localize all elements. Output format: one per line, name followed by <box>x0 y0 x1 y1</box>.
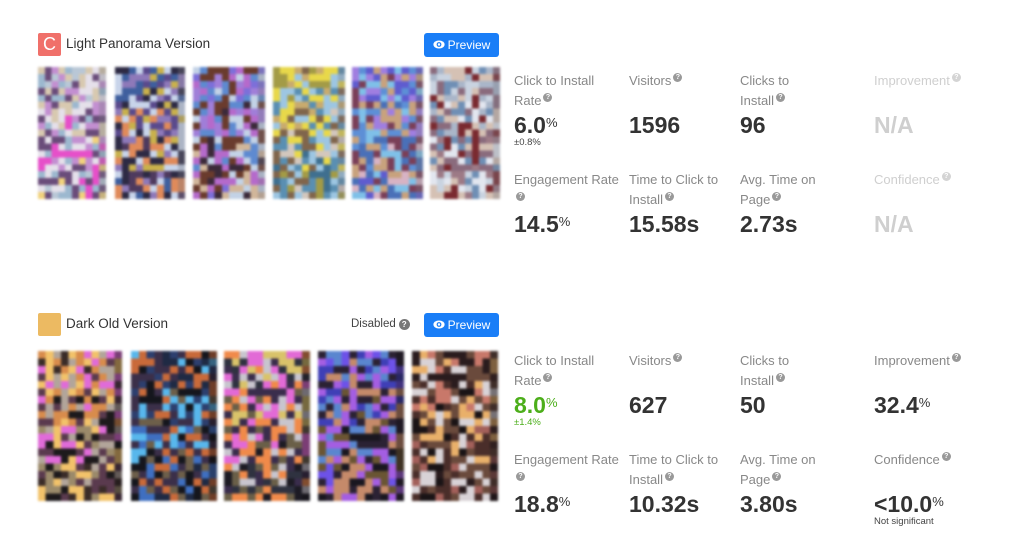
metric-value: 50 <box>740 392 766 418</box>
screenshot-thumbnail[interactable] <box>38 67 106 199</box>
status-label: Disabled? <box>351 318 410 330</box>
help-icon[interactable]: ? <box>673 353 683 362</box>
metric-engagement-rate: Engagement Rate? 18.8% <box>514 450 624 517</box>
help-icon[interactable]: ? <box>951 73 961 82</box>
screenshot-thumbnail[interactable] <box>318 351 404 501</box>
metric-label: Time to Click to Install <box>629 172 719 207</box>
metric-value: 15.58s <box>629 211 700 237</box>
screenshot-thumbnail[interactable] <box>115 67 185 199</box>
help-icon[interactable]: ? <box>516 471 525 481</box>
preview-button[interactable]: Preview <box>424 313 499 337</box>
metric-time-to-click: Time to Click to Install? 15.58s <box>629 170 719 237</box>
metric-margin: ±1.4% <box>514 417 541 428</box>
metric-clicks-to-install: Clicks to Install? 50 <box>740 351 820 418</box>
screenshot-thumbnail[interactable] <box>224 351 310 501</box>
help-icon[interactable]: ? <box>941 172 951 181</box>
metric-click-to-install-rate: Click to Install Rate? 8.0% ±1.4% <box>514 351 624 428</box>
metric-label: Clicks to Install <box>740 73 790 108</box>
metric-value: 3.80s <box>740 491 798 517</box>
metric-margin: ±0.8% <box>514 137 541 148</box>
metric-time-to-click: Time to Click to Install? 10.32s <box>629 450 719 517</box>
variant-badge <box>38 313 61 336</box>
metric-value: 32.4% <box>874 391 931 418</box>
metric-visitors: Visitors? 1596 <box>629 71 739 138</box>
metric-label: Confidence <box>874 452 940 467</box>
help-icon[interactable]: ? <box>516 191 525 201</box>
metric-visitors: Visitors? 627 <box>629 351 739 418</box>
screenshot-thumbnail[interactable] <box>193 67 265 199</box>
help-icon[interactable]: ? <box>775 92 785 102</box>
eye-icon <box>433 33 445 57</box>
help-icon[interactable]: ? <box>772 191 782 201</box>
metric-avg-time: Avg. Time on Page? 3.80s <box>740 450 820 517</box>
metric-confidence: Confidence? N/A <box>874 170 984 237</box>
metric-improvement: Improvement? N/A <box>874 71 984 138</box>
help-icon[interactable]: ? <box>664 471 674 481</box>
metric-label: Visitors <box>629 353 672 368</box>
variant-header: C Light Panorama Version Preview <box>38 33 499 57</box>
variant-badge: C <box>38 33 61 56</box>
metric-value: 627 <box>629 391 668 418</box>
metric-label: Improvement <box>874 73 950 88</box>
help-icon[interactable]: ? <box>543 372 553 382</box>
metric-label: Improvement <box>874 353 950 368</box>
metric-label: Avg. Time on Page <box>740 172 816 207</box>
metric-label: Click to Install Rate <box>514 73 595 108</box>
screenshot-thumbnail[interactable] <box>430 67 500 199</box>
metric-value: 2.73s <box>740 211 798 237</box>
metric-label: Engagement Rate <box>514 172 619 187</box>
metric-clicks-to-install: Clicks to Install? 96 <box>740 71 820 138</box>
metric-value: 96 <box>740 112 766 138</box>
metric-avg-time: Avg. Time on Page? 2.73s <box>740 170 820 237</box>
help-icon[interactable]: ? <box>398 319 410 330</box>
variant-name: Dark Old Version <box>66 316 169 331</box>
metric-value: 18.8% <box>514 491 571 517</box>
metric-label: Time to Click to Install <box>629 452 719 487</box>
metric-value: N/A <box>874 111 914 138</box>
help-icon[interactable]: ? <box>775 372 785 382</box>
metric-significance: Not significant <box>874 515 934 527</box>
metric-label: Engagement Rate <box>514 452 619 467</box>
screenshot-thumbnail[interactable] <box>273 67 345 199</box>
metric-improvement: Improvement? 32.4% <box>874 351 984 418</box>
metric-label: Visitors <box>629 73 672 88</box>
metric-confidence: Confidence? <10.0% Not significant <box>874 450 984 527</box>
screenshot-thumbnail[interactable] <box>131 351 217 501</box>
metric-click-to-install-rate: Click to Install Rate? 6.0% ±0.8% <box>514 71 624 148</box>
help-icon[interactable]: ? <box>673 73 683 82</box>
preview-label: Preview <box>447 38 491 52</box>
metric-value: 8.0% <box>514 392 558 418</box>
screenshot-thumbnail[interactable] <box>412 351 498 501</box>
metric-value: 10.32s <box>629 491 700 517</box>
metric-engagement-rate: Engagement Rate? 14.5% <box>514 170 624 237</box>
metric-label: Clicks to Install <box>740 353 790 388</box>
screenshot-thumbnail[interactable] <box>38 351 122 501</box>
help-icon[interactable]: ? <box>951 353 961 362</box>
metric-value: 14.5% <box>514 211 571 237</box>
metric-value: N/A <box>874 210 914 237</box>
help-icon[interactable]: ? <box>772 471 782 481</box>
help-icon[interactable]: ? <box>941 452 951 461</box>
preview-label: Preview <box>447 318 491 332</box>
metric-value: <10.0% <box>874 490 944 517</box>
help-icon[interactable]: ? <box>664 191 674 201</box>
screenshot-thumbnail[interactable] <box>352 67 423 199</box>
preview-button[interactable]: Preview <box>424 33 499 57</box>
help-icon[interactable]: ? <box>543 92 553 102</box>
variant-name: Light Panorama Version <box>66 36 211 51</box>
metric-label: Avg. Time on Page <box>740 452 816 487</box>
metric-label: Click to Install Rate <box>514 353 595 388</box>
metric-label: Confidence <box>874 172 940 187</box>
variant-header: Dark Old Version Disabled? Preview <box>38 313 499 337</box>
eye-icon <box>433 313 445 337</box>
metric-value: 1596 <box>629 111 681 138</box>
metric-value: 6.0% <box>514 112 558 138</box>
